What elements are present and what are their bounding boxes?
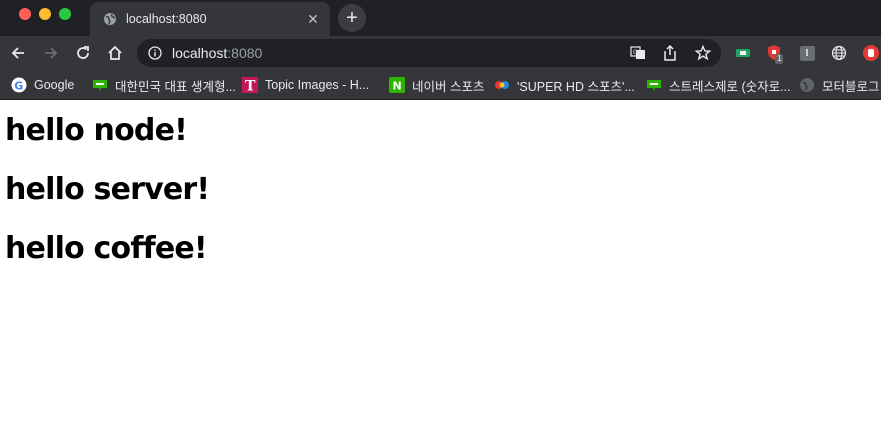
svg-text:T: T	[245, 79, 256, 94]
forward-button[interactable]	[39, 41, 63, 65]
bookmark-label: Topic Images - H...	[265, 78, 370, 92]
heading-hello-node: hello node!	[5, 113, 188, 148]
reload-button[interactable]	[71, 41, 95, 65]
back-button[interactable]	[6, 41, 30, 65]
window-titlebar: localhost:8080 ✕ +	[0, 0, 881, 36]
svg-text:N: N	[393, 80, 402, 93]
google-icon: G	[11, 77, 27, 93]
home-button[interactable]	[103, 41, 127, 65]
close-tab-icon[interactable]: ✕	[304, 10, 322, 28]
extension-globe-icon[interactable]	[829, 43, 849, 63]
new-tab-button[interactable]: +	[338, 4, 366, 32]
bookmark-item[interactable]: N 네이버 스포츠	[389, 76, 484, 94]
address-bar[interactable]: localhost:8080 G	[137, 39, 721, 67]
url-host: localhost	[172, 45, 228, 61]
sports-icon	[494, 77, 510, 93]
browser-toolbar: localhost:8080 G 1 I	[0, 36, 881, 70]
globe-icon	[103, 12, 117, 26]
tab-localhost[interactable]: localhost:8080 ✕	[90, 2, 330, 36]
naver-icon: N	[389, 77, 405, 93]
extension-stop-hand-icon[interactable]	[861, 43, 881, 63]
reload-icon	[77, 46, 89, 59]
home-icon	[108, 45, 122, 60]
bookmark-item[interactable]: G Google	[11, 76, 74, 94]
bookmark-item[interactable]: 스트레스제로 (숫자로...	[646, 76, 791, 94]
bookmark-item[interactable]: 대한민국 대표 생계형...	[92, 76, 236, 94]
extension-green-icon[interactable]	[733, 43, 753, 63]
translate-icon[interactable]: G	[628, 43, 648, 63]
site-info-icon[interactable]	[148, 46, 162, 60]
extension-letter-label: I	[799, 45, 815, 61]
heading-hello-server: hello server!	[5, 172, 210, 207]
svg-text:G: G	[14, 80, 23, 93]
arrow-left-icon	[11, 47, 24, 59]
maximize-window-button[interactable]	[59, 8, 71, 20]
bookmark-item[interactable]: T Topic Images - H...	[242, 76, 369, 94]
heading-hello-coffee: hello coffee!	[5, 231, 208, 266]
bookmark-label: 대한민국 대표 생계형...	[115, 79, 236, 94]
globe-icon	[799, 77, 815, 93]
svg-text:G: G	[633, 49, 638, 56]
naver-blog-icon	[646, 77, 662, 93]
bookmarks-bar: G Google 대한민국 대표 생계형... T Topic Images -…	[0, 70, 881, 100]
bookmark-label: 'SUPER HD 스포츠'...	[517, 79, 635, 94]
close-window-button[interactable]	[19, 8, 31, 20]
extension-shield-icon[interactable]: 1	[764, 43, 784, 64]
t-icon: T	[242, 77, 258, 93]
share-icon[interactable]	[660, 43, 680, 63]
naver-blog-icon	[92, 77, 108, 93]
bookmark-star-icon[interactable]	[693, 43, 713, 63]
page-content: hello node! hello server! hello coffee!	[0, 101, 881, 426]
bookmark-label: 모터블로그 r	[822, 79, 881, 94]
bookmark-label: Google	[34, 78, 75, 92]
minimize-window-button[interactable]	[39, 8, 51, 20]
bookmark-label: 네이버 스포츠	[412, 79, 485, 94]
bookmark-label: 스트레스제로 (숫자로...	[669, 79, 791, 94]
bookmark-item[interactable]: 모터블로그 r	[799, 76, 881, 94]
extension-letter-icon[interactable]: I	[797, 43, 817, 63]
bookmark-item[interactable]: 'SUPER HD 스포츠'...	[494, 76, 635, 94]
url-port: :8080	[227, 45, 263, 61]
url-text[interactable]: localhost:8080	[172, 45, 262, 61]
tab-title: localhost:8080	[126, 12, 207, 26]
extension-badge: 1	[775, 54, 784, 64]
arrow-right-icon	[45, 47, 58, 59]
